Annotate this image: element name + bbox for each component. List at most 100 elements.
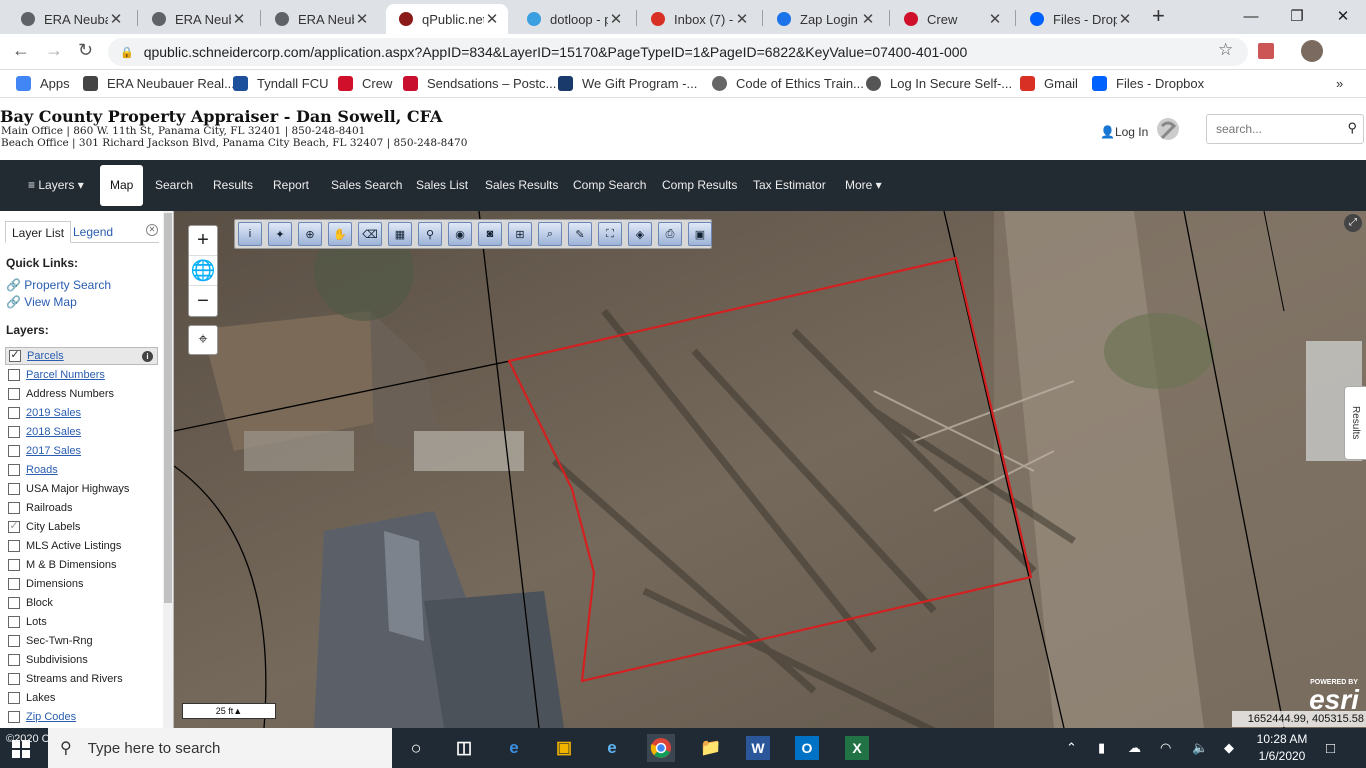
close-tab-icon[interactable]: ✕ [108, 10, 124, 28]
nav-sales-list[interactable]: Sales List [416, 160, 468, 211]
layer-checkbox[interactable] [8, 445, 20, 457]
layer-item[interactable]: Sec-Twn-Rng [8, 632, 93, 650]
word-icon[interactable]: W [746, 736, 770, 760]
layer-label[interactable]: Dimensions [26, 578, 83, 590]
layer-label[interactable]: 2018 Sales [26, 426, 81, 438]
edge-icon[interactable]: e [500, 734, 528, 762]
browser-tab[interactable]: Crew ✕ [891, 4, 1011, 34]
layer-item[interactable]: Address Numbers [8, 385, 114, 403]
zoom-search-icon[interactable]: ⌕ [538, 222, 562, 246]
layer-label[interactable]: Parcel Numbers [26, 369, 105, 381]
layer-item[interactable]: ✓ Parcels i [5, 347, 158, 365]
extent-icon[interactable]: ⛶ [598, 222, 622, 246]
new-tab-icon[interactable]: + [1152, 3, 1165, 29]
select-area-icon[interactable]: ▦ [388, 222, 412, 246]
file-explorer-icon[interactable]: 📁 [697, 734, 725, 762]
pin-icon[interactable]: ⚲ [418, 222, 442, 246]
pan-icon[interactable]: ✋ [328, 222, 352, 246]
wifi-icon[interactable]: ◠ [1160, 740, 1171, 756]
more-bookmarks-icon[interactable]: » [1336, 76, 1343, 91]
minimize-icon[interactable]: — [1228, 0, 1274, 32]
nav-layers-dropdown[interactable]: ≡ Layers ▾ [28, 160, 84, 211]
layer-checkbox[interactable] [8, 654, 20, 666]
layer-item[interactable]: Dimensions [8, 575, 83, 593]
quick-link-property-search[interactable]: 🔗 Property Search [6, 278, 111, 292]
save-icon[interactable]: ▣ [688, 222, 712, 246]
layer-item[interactable]: Subdivisions [8, 651, 88, 669]
layer-label[interactable]: Lakes [26, 692, 55, 704]
task-view-icon[interactable]: ◫ [450, 734, 478, 762]
layer-label[interactable]: Sec-Twn-Rng [26, 635, 93, 647]
nav-comp-search[interactable]: Comp Search [573, 160, 646, 211]
close-tab-icon[interactable]: ✕ [354, 10, 370, 28]
nav-tax-estimator[interactable]: Tax Estimator [753, 160, 826, 211]
layer-label[interactable]: Railroads [26, 502, 72, 514]
close-tab-icon[interactable]: ✕ [484, 10, 500, 28]
bookmark-item[interactable]: ERA Neubauer Real... [83, 76, 235, 91]
layer-item[interactable]: Roads [8, 461, 58, 479]
expand-map-icon[interactable]: ⤢ [1344, 214, 1362, 232]
excel-icon[interactable]: X [845, 736, 869, 760]
layer-checkbox[interactable] [8, 559, 20, 571]
layer-label[interactable]: Streams and Rivers [26, 673, 123, 685]
browser-tab[interactable]: Zap Login ✕ [764, 4, 884, 34]
dropbox-tray-icon[interactable]: ◆ [1224, 740, 1234, 756]
zoom-box-icon[interactable]: ⊕ [298, 222, 322, 246]
site-search-box[interactable]: ⚲ [1206, 114, 1364, 144]
locate-icon[interactable]: ⌖ [188, 325, 218, 355]
map-canvas[interactable]: + 🌐 − ⌖ i ✦ ⊕ ✋ ⌫ ▦ ⚲ ◉ ◙ ⊞ ⌕ ✎ ⛶ ◈ ⎙ ▣ ⤢ Results 25 ft… [174, 211, 1366, 728]
bookmark-item[interactable]: We Gift Program -... [558, 76, 697, 91]
bookmark-item[interactable]: Apps [16, 76, 70, 91]
bookmark-item[interactable]: Gmail [1020, 76, 1078, 91]
nav-results[interactable]: Results [213, 160, 253, 211]
results-side-tab[interactable]: Results [1344, 386, 1366, 460]
ie-icon[interactable]: e [598, 734, 626, 762]
layer-label[interactable]: Parcels [27, 350, 64, 362]
notifications-icon[interactable]: □ [1326, 740, 1335, 757]
layer-label[interactable]: 2017 Sales [26, 445, 81, 457]
layer-item[interactable]: Railroads [8, 499, 72, 517]
search-icon[interactable]: ⚲ [1347, 120, 1357, 136]
close-tab-icon[interactable]: ✕ [608, 10, 624, 28]
eraser-icon[interactable]: ⌫ [358, 222, 382, 246]
nav-sales-search[interactable]: Sales Search [331, 160, 402, 211]
tab-layer-list[interactable]: Layer List [5, 221, 72, 243]
browser-tab[interactable]: dotloop - p ✕ [514, 4, 632, 34]
layer-label[interactable]: USA Major Highways [26, 483, 129, 495]
close-window-icon[interactable]: ✕ [1320, 0, 1366, 32]
info-icon[interactable]: i [142, 350, 153, 362]
layer-item[interactable]: USA Major Highways [8, 480, 129, 498]
layer-item[interactable]: 2018 Sales [8, 423, 81, 441]
onedrive-icon[interactable]: ☁ [1128, 740, 1141, 756]
layer-item[interactable]: ✓ City Labels [8, 518, 80, 536]
close-tab-icon[interactable]: ✕ [860, 10, 876, 28]
taskbar-search[interactable]: ⚲ Type here to search [48, 728, 392, 768]
tab-legend[interactable]: Legend [67, 221, 119, 243]
chrome-icon[interactable] [647, 734, 675, 762]
layer-label[interactable]: Address Numbers [26, 388, 114, 400]
reload-icon[interactable]: ↻ [78, 40, 93, 61]
nav-report[interactable]: Report [273, 160, 309, 211]
layer-label[interactable]: Lots [26, 616, 47, 628]
forward-icon[interactable]: → [45, 40, 63, 61]
layer-checkbox[interactable] [8, 502, 20, 514]
layer-checkbox[interactable] [8, 616, 20, 628]
nav-comp-results[interactable]: Comp Results [662, 160, 737, 211]
volume-icon[interactable]: 🔈 [1192, 740, 1208, 756]
site-search-input[interactable] [1207, 115, 1335, 143]
close-panel-icon[interactable]: ✕ [146, 224, 158, 236]
bookmark-item[interactable]: Log In Secure Self-... [866, 76, 1012, 91]
layer-item[interactable]: Zip Codes [8, 708, 76, 726]
browser-tab[interactable]: ERA Neuba✕ [262, 4, 378, 34]
tray-chevron-icon[interactable]: ⌃ [1066, 740, 1077, 756]
layer-checkbox[interactable] [8, 483, 20, 495]
measure-icon[interactable]: ⊞ [508, 222, 532, 246]
layer-item[interactable]: M & B Dimensions [8, 556, 116, 574]
layer-item[interactable]: Streams and Rivers [8, 670, 123, 688]
close-tab-icon[interactable]: ✕ [231, 10, 247, 28]
layer-label[interactable]: City Labels [26, 521, 80, 533]
layer-label[interactable]: MLS Active Listings [26, 540, 121, 552]
profile-avatar[interactable] [1301, 40, 1323, 62]
layer-checkbox[interactable]: ✓ [8, 521, 20, 533]
sidebar-scrollbar[interactable] [163, 211, 173, 728]
